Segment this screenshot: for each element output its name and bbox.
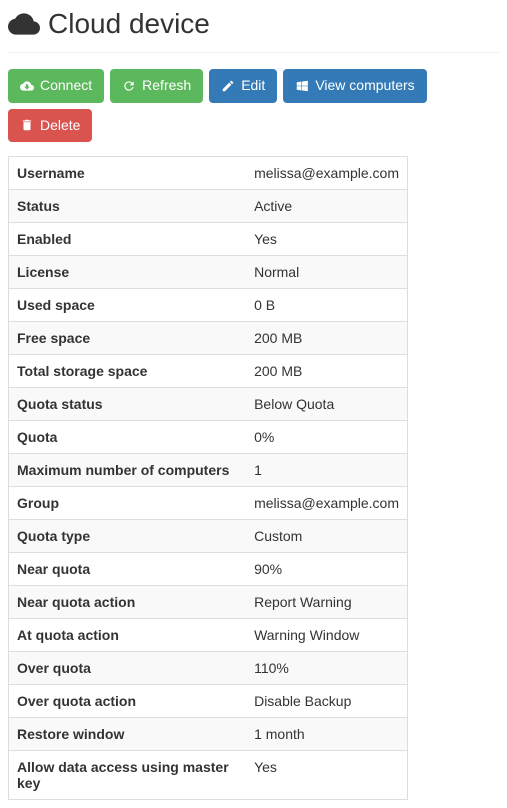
table-row: Near quota actionReport Warning [9,586,408,619]
table-row: EnabledYes [9,223,408,256]
detail-label: License [9,256,247,289]
details-tbody: Usernamemelissa@example.comStatusActiveE… [9,157,408,800]
table-row: Over quota actionDisable Backup [9,685,408,718]
detail-value: Yes [246,223,407,256]
toolbar: Connect Refresh Edit View computers Dele… [8,69,499,142]
detail-label: Username [9,157,247,190]
table-row: LicenseNormal [9,256,408,289]
detail-label: Quota type [9,520,247,553]
detail-value: 0% [246,421,407,454]
connect-label: Connect [40,76,92,96]
table-row: Near quota90% [9,553,408,586]
table-row: Maximum number of computers1 [9,454,408,487]
detail-label: Maximum number of computers [9,454,247,487]
page-title: Cloud device [48,8,210,40]
refresh-label: Refresh [142,76,191,96]
detail-label: Used space [9,289,247,322]
detail-label: Quota [9,421,247,454]
detail-value: 1 [246,454,407,487]
table-row: At quota actionWarning Window [9,619,408,652]
table-row: Quota0% [9,421,408,454]
refresh-button[interactable]: Refresh [110,69,203,103]
detail-value: 110% [246,652,407,685]
detail-value: Active [246,190,407,223]
detail-label: Free space [9,322,247,355]
table-row: Used space0 B [9,289,408,322]
edit-button[interactable]: Edit [209,69,277,103]
detail-value: Report Warning [246,586,407,619]
detail-label: Enabled [9,223,247,256]
detail-label: Near quota action [9,586,247,619]
detail-value: 0 B [246,289,407,322]
view-computers-label: View computers [315,76,414,96]
page-header: Cloud device [8,8,499,53]
detail-label: Total storage space [9,355,247,388]
delete-label: Delete [40,116,80,136]
detail-value: 90% [246,553,407,586]
detail-label: Group [9,487,247,520]
edit-label: Edit [241,76,265,96]
table-row: Usernamemelissa@example.com [9,157,408,190]
detail-label: Quota status [9,388,247,421]
refresh-icon [122,79,136,93]
windows-icon [295,79,309,93]
detail-value: melissa@example.com [246,487,407,520]
detail-value: Normal [246,256,407,289]
delete-button[interactable]: Delete [8,109,92,143]
detail-label: Over quota [9,652,247,685]
detail-label: Restore window [9,718,247,751]
cloud-icon [8,8,40,40]
pencil-icon [221,79,235,93]
detail-value: Custom [246,520,407,553]
detail-value: melissa@example.com [246,157,407,190]
detail-value: Warning Window [246,619,407,652]
detail-label: Status [9,190,247,223]
table-row: Restore window1 month [9,718,408,751]
detail-label: Allow data access using master key [9,751,247,800]
table-row: Allow data access using master keyYes [9,751,408,800]
detail-value: Disable Backup [246,685,407,718]
detail-label: At quota action [9,619,247,652]
trash-icon [20,118,34,132]
detail-value: Yes [246,751,407,800]
detail-label: Near quota [9,553,247,586]
detail-value: 1 month [246,718,407,751]
detail-value: 200 MB [246,322,407,355]
table-row: StatusActive [9,190,408,223]
table-row: Total storage space200 MB [9,355,408,388]
connect-button[interactable]: Connect [8,69,104,103]
table-row: Groupmelissa@example.com [9,487,408,520]
detail-value: 200 MB [246,355,407,388]
details-table: Usernamemelissa@example.comStatusActiveE… [8,156,408,800]
table-row: Quota statusBelow Quota [9,388,408,421]
view-computers-button[interactable]: View computers [283,69,426,103]
cloud-download-icon [20,79,34,93]
table-row: Over quota110% [9,652,408,685]
detail-value: Below Quota [246,388,407,421]
table-row: Quota typeCustom [9,520,408,553]
detail-label: Over quota action [9,685,247,718]
table-row: Free space200 MB [9,322,408,355]
